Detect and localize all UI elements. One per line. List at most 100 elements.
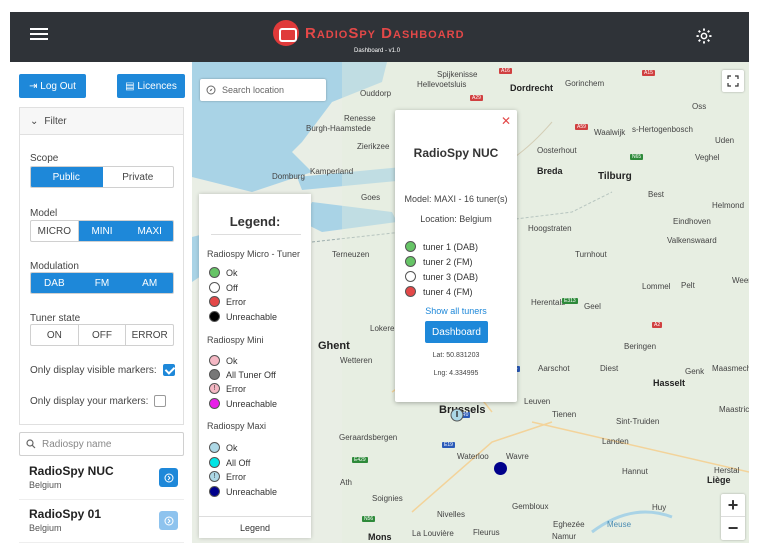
status-dot-icon	[209, 296, 220, 307]
city-label: Geraardsbergen	[339, 433, 398, 442]
fullscreen-button[interactable]	[722, 70, 744, 92]
modulation-dab[interactable]: DAB	[31, 273, 79, 293]
show-all-tuners-link[interactable]: Show all tuners	[395, 306, 517, 316]
only-yours-label: Only display your markers:	[30, 395, 149, 407]
map-location-search[interactable]: Search location	[200, 79, 326, 101]
radiospy-name-search[interactable]: Radiospy name	[19, 432, 184, 456]
only-visible-checkbox[interactable]	[162, 364, 175, 376]
legend-item: Unreachable	[209, 311, 277, 322]
city-label: Zierikzee	[357, 142, 390, 151]
error-dot-icon: !	[209, 383, 220, 394]
city-label: Genk	[685, 367, 705, 376]
station-locate-button[interactable]	[159, 468, 178, 487]
state-error[interactable]: ERROR	[126, 325, 173, 345]
modulation-fm[interactable]: FM	[78, 273, 127, 293]
road-shield: E313	[562, 298, 578, 304]
city-label: Dordrecht	[510, 83, 554, 93]
city-label: Renesse	[344, 114, 376, 123]
tuner-state-toggle: ON OFF ERROR	[30, 324, 174, 346]
city-label: Namur	[552, 532, 577, 541]
city-label: Uden	[715, 136, 735, 145]
filter-title: Filter	[44, 115, 67, 127]
popup-model: Model: MAXI - 16 tuner(s)	[404, 194, 508, 204]
legend-title: Legend:	[229, 214, 281, 229]
scope-public[interactable]: Public	[31, 167, 103, 187]
model-micro[interactable]: MICRO	[31, 221, 79, 241]
city-label: Waterloo	[457, 452, 489, 461]
error-dot-icon: !	[209, 471, 220, 482]
menu-icon[interactable]	[30, 28, 48, 42]
road-shield: E19	[442, 442, 455, 448]
filter-panel: ⌄ Filter Scope Public Private Model MICR…	[19, 107, 184, 425]
city-label: Gembloux	[512, 502, 549, 511]
compass-icon	[206, 85, 216, 95]
legend-section-title: Radiospy Maxi	[207, 421, 267, 431]
road-shield: A16	[499, 68, 512, 74]
zoom-in-button[interactable]: +	[721, 494, 745, 517]
city-label: Ouddorp	[360, 89, 392, 98]
city-label: Geel	[584, 302, 601, 311]
state-off[interactable]: OFF	[79, 325, 127, 345]
licences-button[interactable]: ▤ Licences	[117, 74, 185, 98]
station-list-item[interactable]: RadioSpy 01 Belgium	[19, 505, 184, 543]
legend-section-title: Radiospy Mini	[207, 335, 264, 345]
city-label: Soignies	[372, 494, 403, 503]
status-dot-icon	[209, 311, 220, 322]
city-label: Eghezée	[553, 520, 585, 529]
road-shield: N56	[362, 516, 376, 522]
city-label: Hasselt	[653, 378, 686, 388]
city-label: Gorinchem	[565, 79, 605, 88]
radiospy-marker[interactable]	[494, 462, 507, 475]
city-label: Hoogstraten	[528, 224, 572, 233]
legend-item: Error	[209, 296, 246, 307]
city-label: Valkenswaard	[667, 236, 717, 245]
gear-icon[interactable]	[695, 27, 713, 45]
state-on[interactable]: ON	[31, 325, 79, 345]
filter-toggle[interactable]: ⌄ Filter	[20, 108, 183, 135]
model-maxi[interactable]: MAXI	[126, 221, 173, 241]
station-list-item[interactable]: RadioSpy NUC Belgium	[19, 462, 184, 500]
legend-item: Off	[209, 282, 238, 293]
status-dot-icon	[209, 442, 220, 453]
legend-toggle[interactable]: Legend	[199, 516, 311, 538]
scope-label: Scope	[30, 153, 59, 164]
model-mini[interactable]: MINI	[78, 221, 127, 241]
legend-item: ! Error	[209, 471, 246, 482]
fullscreen-icon	[727, 75, 739, 87]
zoom-out-button[interactable]: −	[721, 517, 745, 540]
status-dot-icon	[405, 271, 416, 282]
road-shield: A29	[470, 95, 483, 101]
scope-private[interactable]: Private	[103, 167, 174, 187]
app-subtitle: Dashboard - v1.0	[354, 48, 401, 54]
logout-button[interactable]: ⇥ Log Out	[19, 74, 86, 98]
selected-marker-icon[interactable]	[450, 408, 464, 424]
close-icon[interactable]: ✕	[501, 114, 511, 128]
river-label: Meuse	[607, 520, 632, 529]
status-dot-icon	[405, 256, 416, 267]
only-yours-checkbox[interactable]	[154, 395, 167, 407]
city-label: Landen	[602, 437, 629, 446]
city-label: Best	[648, 190, 665, 199]
tuner-item: tuner 3 (DAB)	[405, 271, 478, 282]
city-label: Kamperland	[310, 167, 354, 176]
city-label: Pelt	[681, 281, 695, 290]
only-visible-label: Only display visible markers:	[30, 364, 157, 376]
status-dot-icon	[209, 267, 220, 278]
city-label: Ath	[340, 478, 353, 487]
city-label: Diest	[600, 364, 619, 373]
status-dot-icon	[209, 369, 220, 380]
legend-section-title: Radiospy Micro - Tuner	[207, 249, 301, 259]
modulation-am[interactable]: AM	[126, 273, 173, 293]
city-label: Domburg	[272, 172, 305, 181]
scope-toggle: Public Private	[30, 166, 174, 188]
road-shield: N65	[630, 154, 644, 160]
station-locate-button[interactable]	[159, 511, 178, 530]
legend-item: Ok	[209, 442, 238, 453]
dashboard-button[interactable]: Dashboard	[425, 321, 488, 343]
city-label: Tilburg	[598, 171, 632, 182]
status-dot-icon	[209, 398, 220, 409]
city-label: Hellevoetsluis	[417, 80, 467, 89]
city-label: Wetteren	[340, 356, 373, 365]
city-label: Leuven	[524, 397, 551, 406]
status-dot-icon	[209, 486, 220, 497]
